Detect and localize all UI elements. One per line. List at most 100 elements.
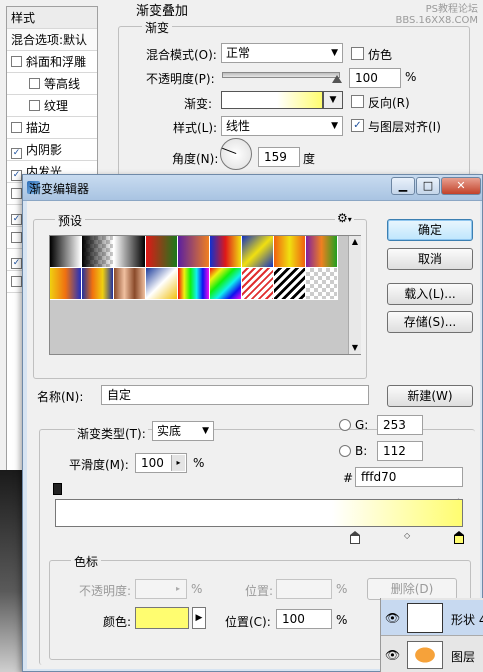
angle-input[interactable]: 159 [258,147,300,167]
stop-opacity-unit: % [191,582,203,596]
canvas-preview [0,470,22,672]
preset-swatch[interactable] [178,236,210,268]
location-input-disabled [276,579,332,599]
hex-input[interactable]: fffd70 [355,467,463,487]
color-swatch[interactable] [135,607,189,629]
color-stop-left[interactable] [350,531,360,544]
location-input[interactable]: 100 [276,609,332,629]
g-input[interactable]: 253 [377,415,423,435]
layer-row-shape[interactable]: 👁 形状 4 [381,600,483,636]
chevron-up-icon[interactable]: ▲ [349,236,361,248]
title-bar[interactable]: 渐变编辑器 ▁ □ ✕ [23,175,482,201]
dither-checkbox[interactable] [351,47,364,60]
midpoint-diamond-icon[interactable]: ◇ [404,531,410,540]
opacity-label: 不透明度(P): [146,72,215,86]
preset-swatch[interactable] [178,268,210,300]
preset-swatch[interactable] [274,236,306,268]
presets-menu-button[interactable]: ⚙▾ [335,211,354,225]
style-item-inner-shadow[interactable]: 内阴影 [7,139,97,161]
opacity-input[interactable]: 100 [349,68,401,88]
window-title: 渐变编辑器 [29,182,90,196]
preset-swatch[interactable] [82,236,114,268]
style-item-contour[interactable]: 等高线 [7,73,97,95]
gradient-type-select[interactable]: 实底 ▼ [152,421,214,441]
preset-swatch[interactable] [210,236,242,268]
checkbox[interactable] [11,170,22,181]
preset-swatch[interactable] [242,236,274,268]
style-item-label: 斜面和浮雕 [26,55,87,69]
color-label: 颜色: [103,615,132,629]
checkbox[interactable] [11,122,22,133]
align-checkbox[interactable]: ✓ [351,119,364,132]
preset-swatch[interactable] [146,236,178,268]
blend-options-item[interactable]: 混合选项:默认 [7,29,97,51]
g-label: G: [355,418,369,432]
minimize-button[interactable]: ▁ [391,177,415,195]
color-menu-button[interactable]: ▶ [192,607,206,629]
color-stop-right[interactable] [454,531,464,544]
gradient-preview[interactable] [221,91,323,109]
styles-header[interactable]: 样式 [7,7,97,29]
preset-swatch[interactable] [242,268,274,300]
angle-dial[interactable] [220,138,252,170]
reverse-label: 反向(R) [368,96,410,110]
g-radio[interactable] [339,419,351,431]
style-item-stroke[interactable]: 描边 [7,117,97,139]
preset-swatch[interactable] [306,236,338,268]
style-item-texture[interactable]: 纹理 [7,95,97,117]
ok-button[interactable]: 确定 [387,219,473,241]
opacity-slider[interactable] [222,72,340,78]
cancel-button[interactable]: 取消 [387,248,473,270]
gradient-dropdown[interactable]: ▼ [323,91,343,109]
chevron-right-icon[interactable]: ▸ [171,455,185,471]
eye-icon[interactable]: 👁 [385,648,400,662]
style-item-label: 描边 [26,121,51,135]
preset-swatch[interactable] [274,268,306,300]
save-button[interactable]: 存储(S)... [387,311,473,333]
chevron-down-icon[interactable]: ▼ [349,342,361,354]
checkbox[interactable] [29,78,40,89]
preset-swatch[interactable] [210,268,242,300]
reverse-checkbox[interactable] [351,95,364,108]
b-radio[interactable] [339,445,351,457]
preset-swatch[interactable] [114,268,146,300]
gradient-bar[interactable] [55,499,463,527]
preset-swatch[interactable] [306,268,338,300]
checkbox[interactable] [11,56,22,67]
style-item-bevel[interactable]: 斜面和浮雕 [7,51,97,73]
blend-mode-select[interactable]: 正常 ▼ [221,43,343,63]
checkbox[interactable] [29,100,40,111]
angle-unit: 度 [303,152,316,166]
checkbox[interactable] [11,258,22,269]
layer-row-layer[interactable]: 👁 图层 [381,638,483,672]
name-input[interactable]: 自定 [101,385,369,405]
new-button[interactable]: 新建(W) [387,385,473,407]
preset-swatch[interactable] [146,268,178,300]
smoothness-value: 100 [141,456,164,470]
checkbox[interactable] [11,188,22,199]
watermark: PS教程论坛 BBS.16XX8.COM [395,4,478,26]
eye-icon[interactable]: 👁 [385,611,400,625]
opacity-stop-left[interactable] [53,483,62,495]
load-button[interactable]: 载入(L)... [387,283,473,305]
maximize-button[interactable]: □ [416,177,440,195]
style-select[interactable]: 线性 ▼ [221,116,343,136]
preset-swatch[interactable] [50,268,82,300]
preset-swatch[interactable] [50,236,82,268]
checkbox[interactable] [11,148,22,159]
layer-name: 形状 4 [451,613,483,627]
checkbox[interactable] [11,232,22,243]
location-unit: % [336,613,348,627]
checkbox[interactable] [11,276,22,287]
presets-scrollbar[interactable]: ▲ ▼ [348,236,361,354]
checkbox[interactable] [11,214,22,225]
preset-swatch[interactable] [82,268,114,300]
smoothness-input[interactable]: 100 ▸ [135,453,187,473]
gradient-label: 渐变: [184,97,213,111]
preset-swatch[interactable] [114,236,146,268]
triangle-right-icon: ▶ [195,613,203,623]
presets-label: 预设 [55,212,86,229]
close-button[interactable]: ✕ [441,177,481,195]
opacity-slider-thumb[interactable] [332,75,342,83]
b-input[interactable]: 112 [377,441,423,461]
